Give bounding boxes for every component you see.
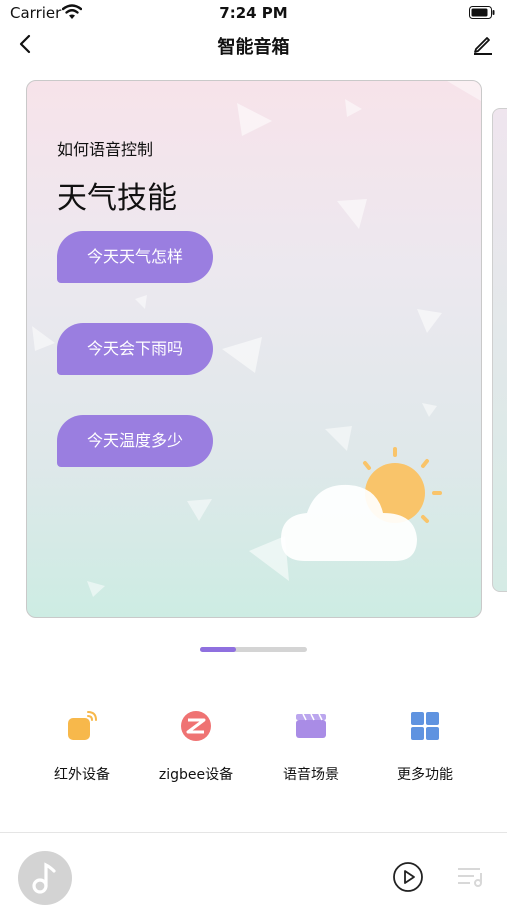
skill-card[interactable]: 如何语音控制 天气技能 今天天气怎样 今天会下雨吗 今天温度多少 [26, 80, 482, 618]
grid-more-icon [411, 712, 439, 740]
function-label: 更多功能 [397, 767, 453, 783]
nav-bar: 智能音箱 [0, 28, 507, 62]
infrared-remote-icon [68, 711, 97, 740]
command-bubble[interactable]: 今天天气怎样 [57, 231, 213, 283]
command-bubble[interactable]: 今天温度多少 [57, 415, 213, 467]
zigbee-icon [181, 711, 211, 741]
function-voice-scenes[interactable]: 语音场景 [256, 708, 366, 788]
play-icon[interactable] [392, 861, 424, 893]
card-title: 天气技能 [57, 181, 177, 216]
next-skill-card[interactable] [492, 108, 507, 592]
status-bar: Carrier 7:24 PM [0, 0, 507, 28]
carousel-indicator-active [200, 647, 236, 652]
card-subtitle: 如何语音控制 [57, 140, 154, 159]
function-label: zigbee设备 [158, 767, 234, 783]
edit-icon[interactable] [471, 32, 495, 56]
sun-cloud-icon [281, 447, 442, 561]
music-note-icon[interactable] [18, 851, 72, 905]
command-bubble[interactable]: 今天会下雨吗 [57, 323, 213, 375]
battery-icon [469, 6, 495, 19]
mini-player [0, 833, 507, 905]
playlist-icon[interactable] [456, 865, 486, 889]
status-time: 7:24 PM [219, 4, 288, 22]
page-title: 智能音箱 [217, 37, 290, 58]
voice-scene-icon [296, 713, 326, 738]
function-more-features[interactable]: 更多功能 [370, 708, 480, 788]
carousel-indicator [200, 647, 307, 652]
function-label: 语音场景 [283, 767, 339, 783]
function-label: 红外设备 [54, 767, 110, 783]
function-zigbee-devices[interactable]: zigbee设备 [141, 708, 251, 788]
function-infrared-devices[interactable]: 红外设备 [27, 708, 137, 788]
